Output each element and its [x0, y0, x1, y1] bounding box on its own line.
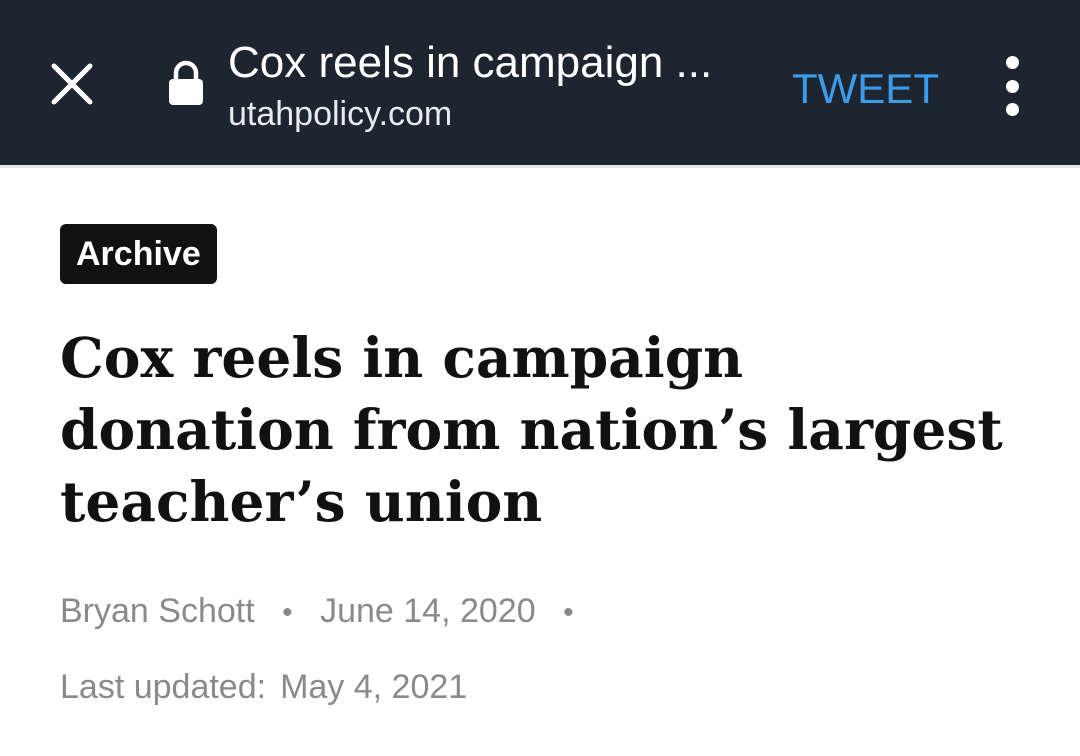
more-vert-icon-dot — [1005, 79, 1019, 93]
overflow-menu-button[interactable] — [990, 56, 1034, 116]
byline-separator: • — [282, 596, 293, 629]
article-headline: Cox reels in campaign donation from nati… — [60, 325, 1003, 534]
last-updated-label: Last updated: — [60, 668, 267, 706]
close-icon — [51, 63, 93, 105]
page-title: Cox reels in campaign ... — [228, 38, 713, 87]
last-updated-date: May 4, 2021 — [280, 668, 468, 706]
tweet-button[interactable]: TWEET — [792, 62, 939, 116]
author-name[interactable]: Bryan Schott — [60, 592, 255, 630]
byline-separator-trailing: • — [563, 596, 574, 629]
byline: Bryan Schott • June 14, 2020 • — [60, 588, 592, 636]
more-vert-icon — [1005, 56, 1019, 69]
browser-toolbar: Cox reels in campaign ... utahpolicy.com… — [0, 0, 1080, 168]
more-vert-icon-dot — [1005, 103, 1019, 116]
url-bar[interactable]: Cox reels in campaign ... utahpolicy.com — [228, 36, 768, 136]
lock-icon — [169, 60, 203, 105]
close-button[interactable] — [44, 56, 100, 112]
page-domain: utahpolicy.com — [228, 95, 453, 133]
last-updated: Last updated: May 4, 2021 — [60, 664, 467, 710]
publish-date: June 14, 2020 — [320, 592, 536, 630]
category-badge[interactable]: Archive — [60, 224, 217, 284]
